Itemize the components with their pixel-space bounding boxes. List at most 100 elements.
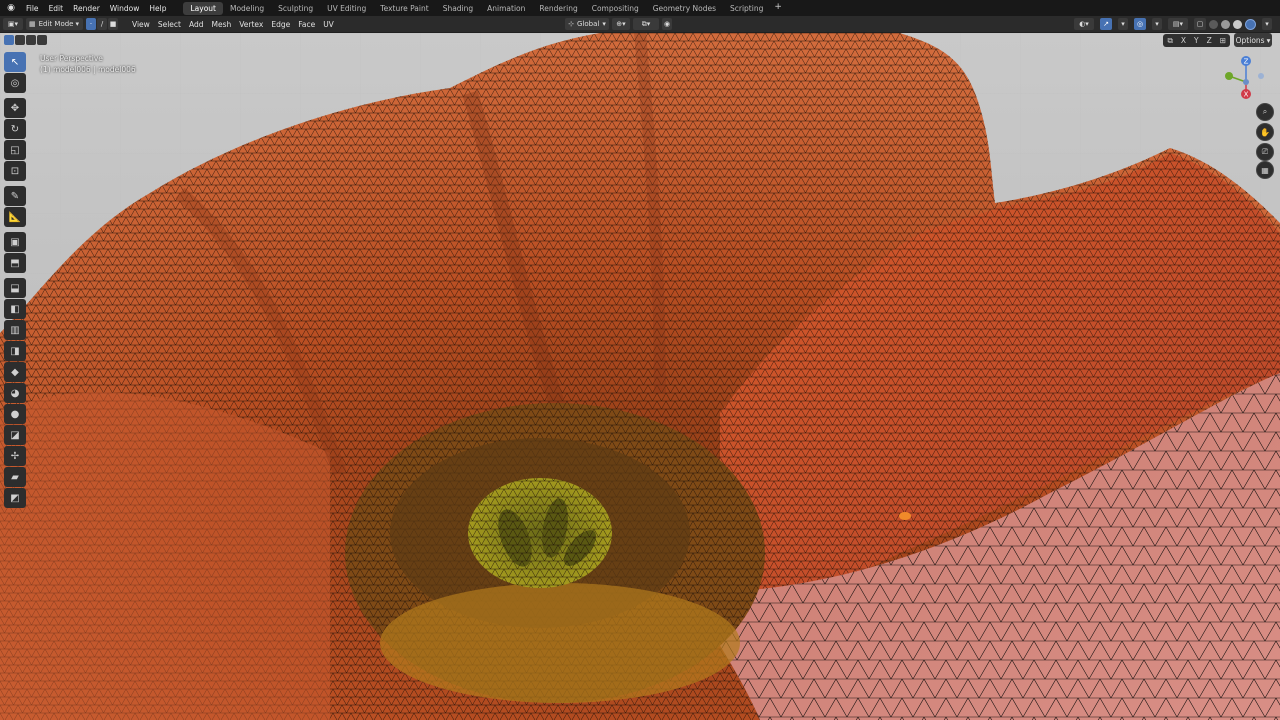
mirror-icon: ⧉ — [1167, 35, 1173, 45]
gizmo-toggle-icon[interactable]: ↗ — [1100, 18, 1112, 30]
menu-uv[interactable]: UV — [319, 20, 338, 29]
mesh-overlay-icon[interactable]: ▤▾ — [1168, 18, 1188, 30]
select-intersect-icon[interactable] — [37, 35, 47, 45]
stamen — [468, 478, 612, 588]
rendered-shading-icon[interactable] — [1245, 18, 1256, 30]
shrink-fatten-icon[interactable]: ✢ — [4, 446, 26, 466]
snap-icon[interactable]: ⧉▾ — [633, 18, 659, 30]
tab-geometry-nodes[interactable]: Geometry Nodes — [646, 2, 723, 15]
bevel-icon[interactable]: ◧ — [4, 299, 26, 319]
spin-icon[interactable]: ◕ — [4, 383, 26, 403]
edge-slide-icon[interactable]: ◪ — [4, 425, 26, 445]
knife-icon[interactable]: ◨ — [4, 341, 26, 361]
inset-faces-icon[interactable]: ⬓ — [4, 278, 26, 298]
loop-cut-icon[interactable]: ▥ — [4, 320, 26, 340]
xray-icon[interactable]: ▢ — [1194, 18, 1206, 30]
orientation-dropdown[interactable]: ⊹ Global ▾ — [565, 18, 609, 30]
select-box-icon[interactable]: ↖ — [4, 52, 26, 72]
pivot-point-icon[interactable]: ⊕▾ — [612, 18, 630, 30]
shear-icon[interactable]: ▰ — [4, 467, 26, 487]
menu-edge[interactable]: Edge — [267, 20, 294, 29]
overlay-dropdown-icon[interactable]: ▾ — [1152, 18, 1162, 30]
move-icon[interactable]: ✥ — [4, 98, 26, 118]
menu-file[interactable]: File — [21, 4, 44, 13]
edit-mode-icon: ▦ — [29, 20, 36, 28]
top-bar: ◉ File Edit Render Window Help Layout Mo… — [0, 0, 1280, 16]
gizmo-dropdown-icon[interactable]: ▾ — [1118, 18, 1128, 30]
grid-perspective-icon[interactable]: ▦ — [1256, 161, 1274, 179]
tab-modeling[interactable]: Modeling — [223, 2, 271, 15]
add-cube-icon[interactable]: ▣ — [4, 232, 26, 252]
tab-layout[interactable]: Layout — [183, 1, 223, 15]
menu-view[interactable]: View — [128, 20, 154, 29]
smooth-icon[interactable]: ● — [4, 404, 26, 424]
snap-mesh-icon[interactable]: ⊞ — [1220, 36, 1226, 45]
extrude-region-icon[interactable]: ⬒ — [4, 253, 26, 273]
scale-icon[interactable]: ◱ — [4, 140, 26, 160]
gizmo-z-label: Z — [1244, 58, 1249, 66]
solid-shading-icon[interactable] — [1221, 19, 1230, 29]
select-mode-row — [4, 35, 47, 45]
menu-mesh[interactable]: Mesh — [207, 20, 235, 29]
material-shading-icon[interactable] — [1233, 19, 1242, 29]
main-menu: File Edit Render Window Help — [21, 4, 171, 13]
menu-render[interactable]: Render — [68, 4, 105, 13]
chevron-down-icon: ▾ — [75, 20, 79, 28]
orientation-icon: ⊹ — [568, 20, 574, 28]
options-button[interactable]: Options ▾ — [1234, 33, 1272, 47]
mirror-axis-buttons: ⧉ X Y Z ⊞ — [1163, 34, 1230, 47]
select-new-icon[interactable] — [4, 35, 14, 45]
navigation-gizmo[interactable]: Z X — [1222, 54, 1270, 102]
editor-type-icon[interactable]: ▣▾ — [3, 18, 23, 30]
tab-shading[interactable]: Shading — [436, 2, 480, 15]
edge-select-icon[interactable]: / — [97, 18, 107, 30]
menu-window[interactable]: Window — [105, 4, 145, 13]
mode-label: Edit Mode — [38, 20, 74, 28]
camera-view-icon[interactable]: ⎚ — [1256, 143, 1274, 161]
axis-y-button[interactable]: Y — [1194, 36, 1199, 45]
rotate-icon[interactable]: ↻ — [4, 119, 26, 139]
tab-sculpting[interactable]: Sculpting — [271, 2, 320, 15]
zoom-icon[interactable]: ⌕ — [1256, 103, 1274, 121]
menu-face[interactable]: Face — [294, 20, 319, 29]
blender-logo-icon[interactable]: ◉ — [3, 0, 19, 16]
pan-hand-icon[interactable]: ✋ — [1256, 123, 1274, 141]
tab-compositing[interactable]: Compositing — [585, 2, 646, 15]
3d-viewport[interactable]: User Perspective (1) model006 | model006… — [0, 33, 1280, 720]
tab-texture-paint[interactable]: Texture Paint — [373, 2, 435, 15]
axis-gizmo-icon[interactable]: Z X — [1222, 54, 1270, 102]
proportional-edit-icon[interactable]: ◉ — [662, 18, 672, 30]
visibility-icon[interactable]: ◐▾ — [1074, 18, 1094, 30]
chevron-down-icon: ▾ — [602, 20, 606, 28]
overlay-toggle-icon[interactable]: ◎ — [1134, 18, 1146, 30]
select-extend-icon[interactable] — [15, 35, 25, 45]
mode-dropdown[interactable]: ▦ Edit Mode ▾ — [26, 18, 83, 30]
tab-scripting[interactable]: Scripting — [723, 2, 770, 15]
axis-z-button[interactable]: Z — [1207, 36, 1212, 45]
gizmo-x-label: X — [1244, 91, 1249, 99]
face-select-icon[interactable]: ■ — [108, 18, 118, 30]
tab-animation[interactable]: Animation — [480, 2, 532, 15]
wireframe-shading-icon[interactable] — [1209, 19, 1218, 29]
menu-add[interactable]: Add — [185, 20, 208, 29]
rip-region-icon[interactable]: ◩ — [4, 488, 26, 508]
menu-help[interactable]: Help — [144, 4, 171, 13]
tab-rendering[interactable]: Rendering — [532, 2, 584, 15]
poly-build-icon[interactable]: ◆ — [4, 362, 26, 382]
menu-edit[interactable]: Edit — [44, 4, 69, 13]
tab-uv-editing[interactable]: UV Editing — [320, 2, 373, 15]
object-name: (1) model006 | model006 — [40, 65, 136, 74]
add-workspace-icon[interactable]: + — [770, 2, 786, 15]
shading-dropdown-icon[interactable]: ▾ — [1262, 18, 1272, 30]
menu-vertex[interactable]: Vertex — [235, 20, 267, 29]
measure-icon[interactable]: 📐 — [4, 207, 26, 227]
orientation-label: Global — [577, 20, 600, 28]
annotate-icon[interactable]: ✎ — [4, 186, 26, 206]
mesh-scene[interactable] — [0, 33, 1280, 720]
vertex-select-icon[interactable]: · — [86, 18, 96, 30]
transform-icon[interactable]: ⊡ — [4, 161, 26, 181]
cursor-icon[interactable]: ◎ — [4, 73, 26, 93]
select-subtract-icon[interactable] — [26, 35, 36, 45]
axis-x-button[interactable]: X — [1181, 36, 1186, 45]
menu-select[interactable]: Select — [154, 20, 185, 29]
